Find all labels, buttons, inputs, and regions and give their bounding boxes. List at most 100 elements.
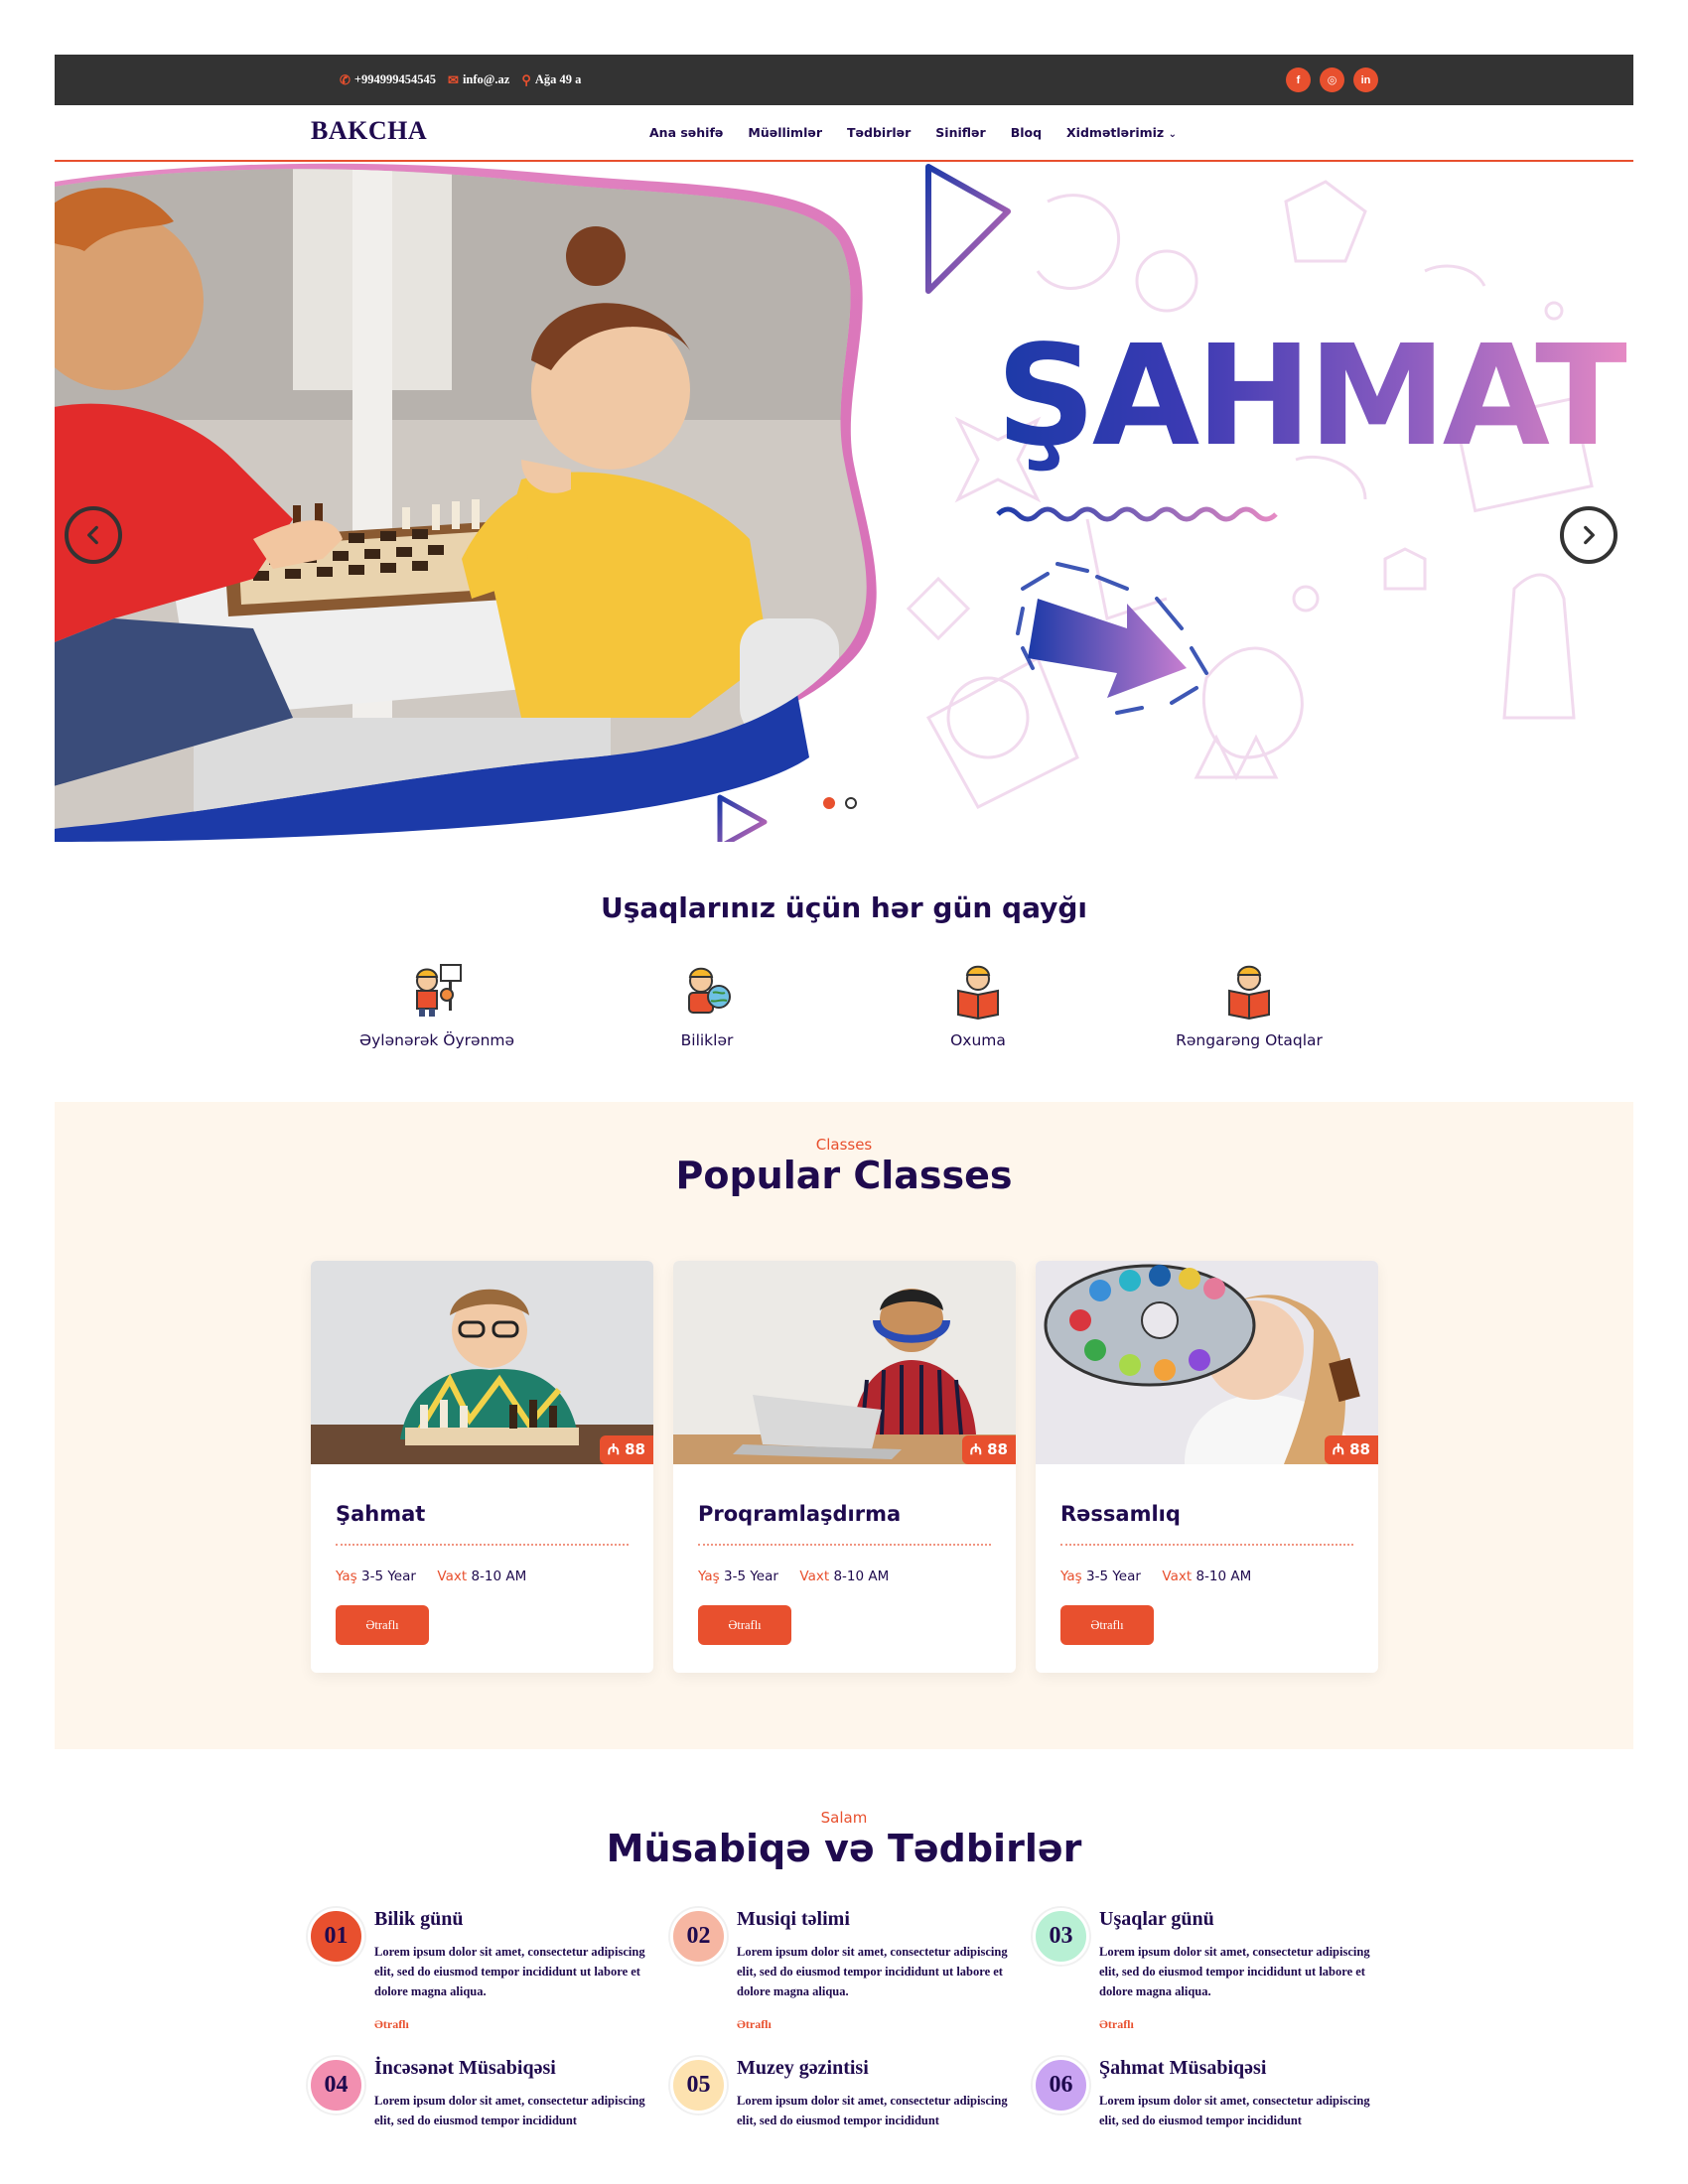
event-title[interactable]: Bilik günü [374,1908,464,1931]
class-details-button[interactable]: Ətraflı [1060,1605,1154,1645]
class-meta: Yaş 3-5 Year Vaxt 8-10 AM [698,1569,889,1584]
event-more-link[interactable]: Ətraflı [737,2017,772,2032]
event-description: Lorem ipsum dolor sit amet, consectetur … [737,1945,1008,1998]
class-card: ₼ 88 Rəssamlıq Yaş 3-5 Year Vaxt 8-10 AM… [1036,1261,1378,1673]
age-label: Yaş [1060,1569,1082,1584]
envelope-icon: ✉ [448,71,459,87]
feature-item: Əylənərək Öyrənmə [298,961,576,1049]
time-label: Vaxt [437,1569,468,1584]
divider [336,1544,629,1546]
class-photo-programming [673,1261,1016,1464]
instagram-icon[interactable]: ◎ [1320,68,1344,92]
slider-dot-1[interactable] [823,797,835,809]
event-description: Lorem ipsum dolor sit amet, consectetur … [374,2094,645,2127]
top-bar: ✆ +994999454545 ✉ info@.az ⚲ Ağa 49 a f … [55,55,1633,105]
contact-info: ✆ +994999454545 ✉ info@.az ⚲ Ağa 49 a [340,55,581,105]
event-number: 06 [1033,2057,1089,2114]
chevron-right-icon [1584,525,1595,545]
event-title[interactable]: İncəsənət Müsabiqəsi [374,2057,556,2080]
child-globe-icon [688,967,731,1014]
nav-item-services[interactable]: Xidmətlərimiz ⌄ [1066,125,1177,140]
slider-dot-2[interactable] [845,797,857,809]
main-navbar: BAKCHA Ana səhifə Müəllimlər Tədbirlər S… [55,105,1633,162]
time-label: Vaxt [799,1569,830,1584]
nav-item-teachers[interactable]: Müəllimlər [748,125,822,140]
class-meta: Yaş 3-5 Year Vaxt 8-10 AM [1060,1569,1251,1584]
class-card: ₼ 88 Proqramlaşdırma Yaş 3-5 Year Vaxt 8… [673,1261,1016,1673]
event-more-link[interactable]: Ətraflı [1099,2017,1134,2032]
nav-menu: Ana səhifə Müəllimlər Tədbirlər Siniflər… [649,105,1177,160]
events-title: Müsabiqə və Tədbirlər [606,1827,1082,1870]
event-description: Lorem ipsum dolor sit amet, consectetur … [1099,1945,1370,1998]
facebook-icon[interactable]: f [1286,68,1311,92]
linkedin-icon[interactable]: in [1353,68,1378,92]
classes-eyebrow: Classes [815,1136,873,1154]
event-title[interactable]: Muzey gəzintisi [737,2057,869,2080]
slider-next-button[interactable] [1560,506,1618,564]
event-description: Lorem ipsum dolor sit amet, consectetur … [737,2094,1008,2127]
feature-item: Rəngarəng Otaqlar [1110,961,1388,1049]
phone-icon: ✆ [340,71,351,87]
site-logo[interactable]: BAKCHA [311,116,427,146]
feature-label: Biliklər [680,1031,734,1049]
age-value: 3-5 Year [724,1569,778,1584]
class-details-button[interactable]: Ətraflı [336,1605,429,1645]
event-number: 03 [1033,1908,1089,1965]
classes-title: Popular Classes [675,1154,1013,1197]
class-title: Rəssamlıq [1060,1502,1181,1526]
price-badge: ₼ 88 [1324,1435,1378,1464]
event-number: 02 [670,1908,727,1965]
age-value: 3-5 Year [361,1569,416,1584]
feature-item: Biliklər [568,961,846,1049]
class-photo-chess [311,1261,653,1464]
nav-item-events[interactable]: Tədbirlər [847,125,911,140]
chevron-left-icon [87,525,98,545]
feature-label: Oxuma [950,1031,1006,1049]
price-badge: ₼ 88 [599,1435,653,1464]
email-text: info@.az [462,72,510,86]
phone-link[interactable]: ✆ +994999454545 [340,72,436,88]
class-meta: Yaş 3-5 Year Vaxt 8-10 AM [336,1569,526,1584]
event-title[interactable]: Şahmat Müsabiqəsi [1099,2057,1266,2080]
class-photo-painting [1036,1261,1378,1464]
time-value: 8-10 AM [1196,1569,1252,1584]
nav-item-services-label: Xidmətlərimiz [1066,125,1165,140]
event-title[interactable]: Uşaqlar günü [1099,1908,1214,1931]
event-description: Lorem ipsum dolor sit amet, consectetur … [374,1945,645,1998]
time-label: Vaxt [1162,1569,1193,1584]
email-link[interactable]: ✉ info@.az [448,72,509,88]
age-value: 3-5 Year [1086,1569,1141,1584]
feature-label: Rəngarəng Otaqlar [1176,1031,1323,1049]
class-card: ₼ 88 Şahmat Yaş 3-5 Year Vaxt 8-10 AM Ət… [311,1261,653,1673]
feature-label: Əylənərək Öyrənmə [358,1031,515,1049]
child-basketball-icon [415,964,462,1017]
class-title: Şahmat [336,1502,426,1526]
nav-item-blog[interactable]: Bloq [1011,125,1042,140]
slider-prev-button[interactable] [65,506,122,564]
event-more-link[interactable]: Ətraflı [374,2017,409,2032]
nav-item-home[interactable]: Ana səhifə [649,125,723,140]
event-number: 05 [670,2057,727,2114]
event-title[interactable]: Musiqi təlimi [737,1908,850,1931]
address-link[interactable]: ⚲ Ağa 49 a [521,72,581,88]
event-number: 01 [308,1908,364,1965]
hero-slider: ŞAHMAT [55,162,1633,842]
price-badge: ₼ 88 [961,1435,1016,1464]
event-number: 04 [308,2057,364,2114]
care-section-title: Uşaqlarınız üçün hər gün qayğı [600,891,1088,924]
event-description: Lorem ipsum dolor sit amet, consectetur … [1099,2094,1370,2127]
class-title: Proqramlaşdırma [698,1502,902,1526]
class-details-button[interactable]: Ətraflı [698,1605,791,1645]
feature-item: Oxuma [839,961,1117,1049]
hero-title: ŞAHMAT [996,316,1630,478]
popular-classes-section: Classes Popular Classes ₼ 88 Şahmat Yaş … [55,1102,1633,1749]
divider [1060,1544,1353,1546]
age-label: Yaş [698,1569,720,1584]
chevron-down-icon: ⌄ [1168,129,1177,140]
events-eyebrow: Salam [820,1809,868,1827]
age-label: Yaş [336,1569,357,1584]
hero-illustration [55,163,1594,842]
nav-item-classes[interactable]: Siniflər [935,125,985,140]
time-value: 8-10 AM [833,1569,890,1584]
slider-pagination [823,797,857,809]
